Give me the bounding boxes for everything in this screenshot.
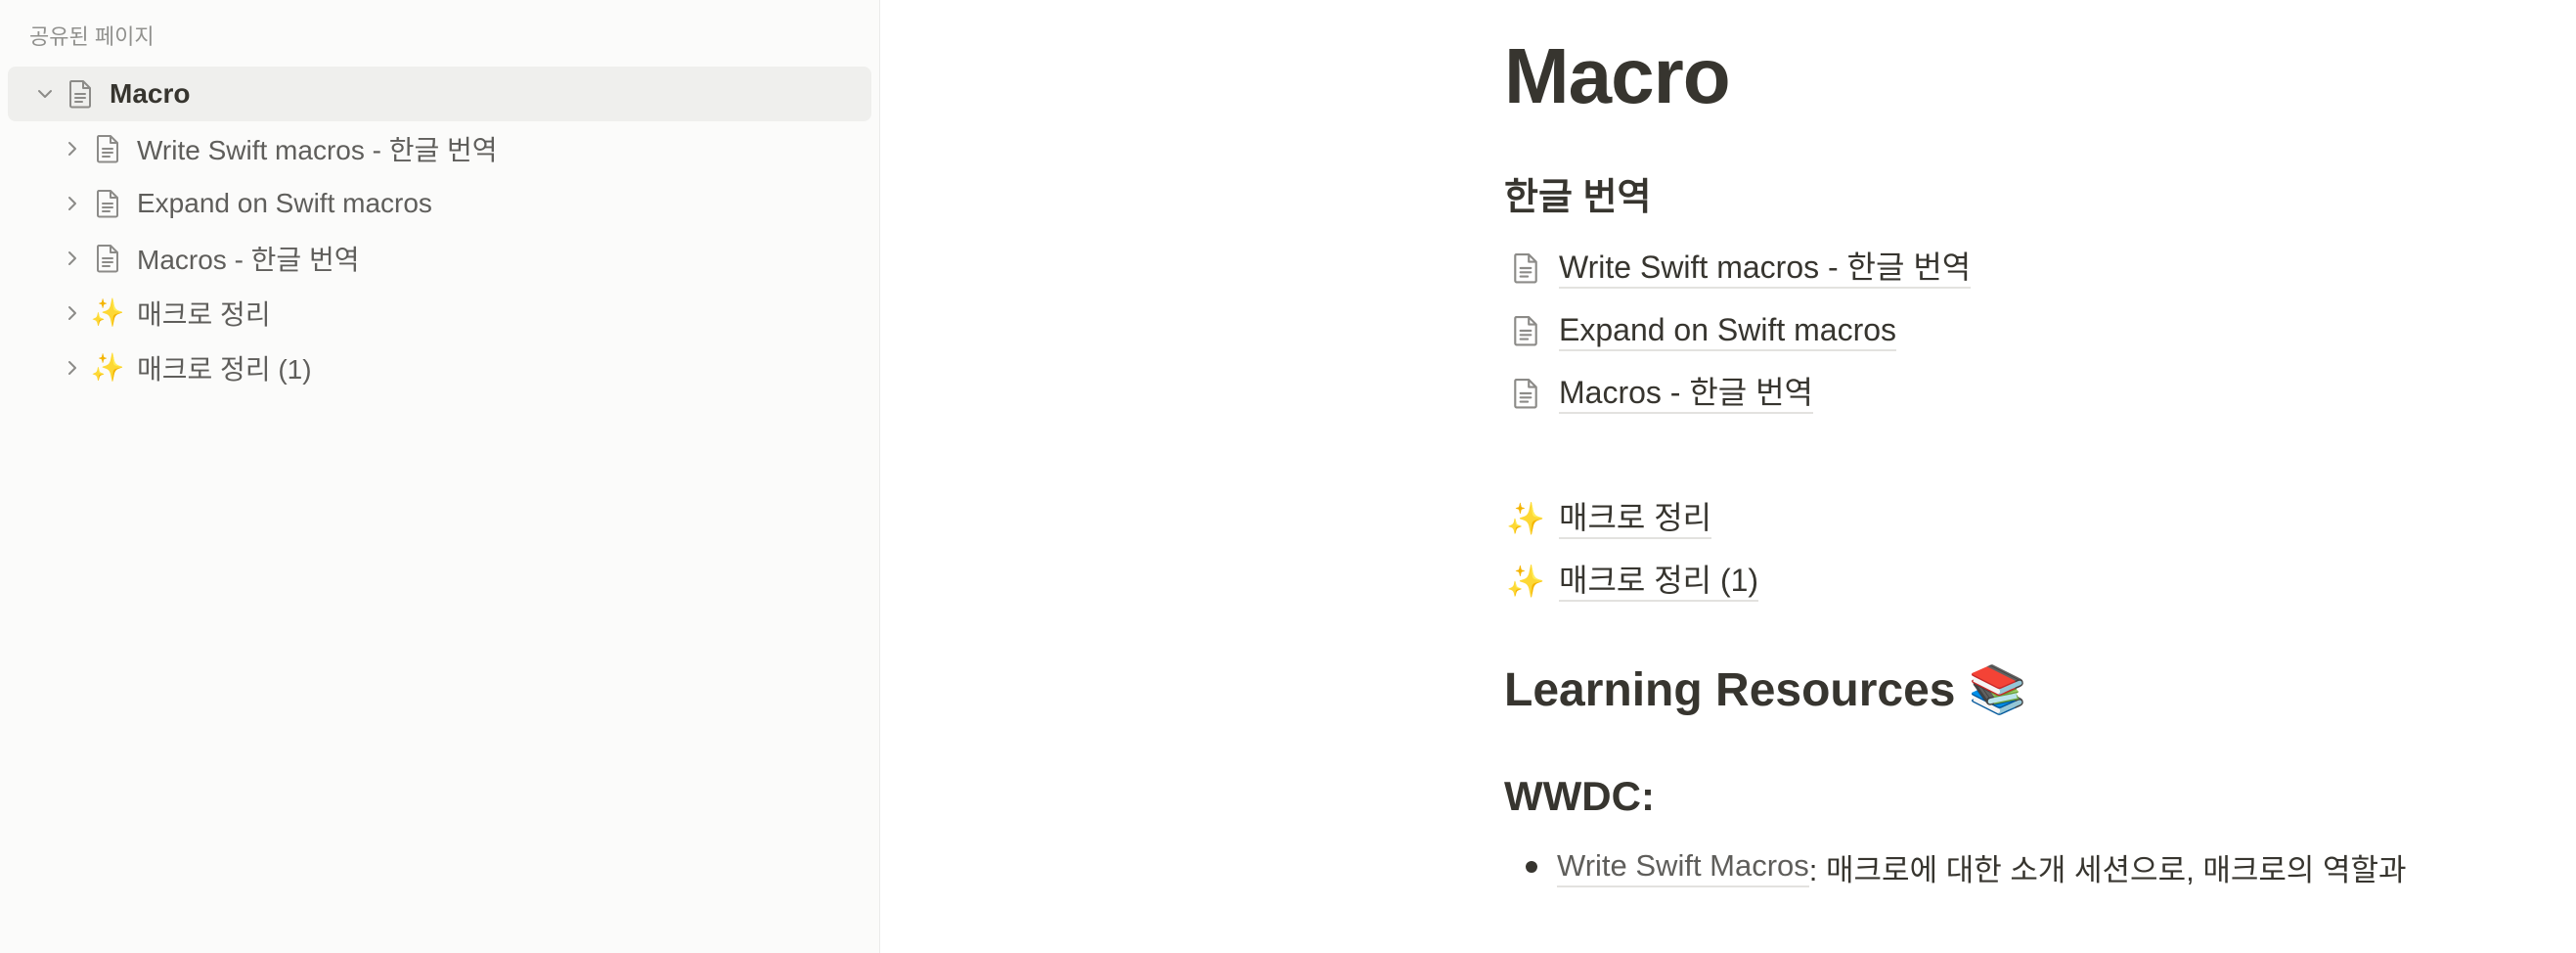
page-link-label[interactable]: Expand on Swift macros: [1559, 310, 1897, 351]
app-window: 공유된 페이지 Macro Write Swift macros - 한글 번역: [0, 0, 2576, 953]
wwdc-session-link[interactable]: Write Swift Macros: [1557, 846, 1809, 887]
page-icon: [92, 243, 123, 274]
page-icon: [1506, 374, 1545, 413]
page-icon: [65, 78, 96, 110]
sidebar-item-label: 매크로 정리: [137, 299, 271, 330]
sidebar-item-write-swift-macros[interactable]: Write Swift macros - 한글 번역: [8, 121, 871, 176]
page-link-label[interactable]: Macros - 한글 번역: [1559, 373, 1813, 414]
page-link-macro-summary[interactable]: ✨ 매크로 정리: [1504, 487, 2482, 550]
list-item: Write Swift Macros : 매크로에 대한 소개 세션으로, 매크…: [1504, 836, 2482, 898]
page-link-macros-korean[interactable]: Macros - 한글 번역: [1504, 362, 2482, 425]
bullet-icon: [1526, 861, 1537, 873]
sidebar-item-expand-on-swift-macros[interactable]: Expand on Swift macros: [8, 176, 871, 231]
translation-heading: 한글 번역: [1504, 177, 1652, 218]
sidebar-item-label: Expand on Swift macros: [137, 188, 432, 218]
page-link-expand-on-swift-macros[interactable]: Expand on Swift macros: [1504, 299, 2482, 362]
page-content: Macro 한글 번역 Write Swift macros - 한글 번역 E…: [880, 0, 2576, 953]
page-link-write-swift-macros[interactable]: Write Swift macros - 한글 번역: [1504, 237, 2482, 299]
translation-links: Write Swift macros - 한글 번역 Expand on Swi…: [1504, 237, 2482, 613]
page-title[interactable]: Macro: [1504, 27, 2482, 125]
page-link-label[interactable]: 매크로 정리: [1559, 498, 1712, 539]
page-icon: [92, 133, 123, 164]
chevron-right-icon[interactable]: [59, 299, 86, 327]
sparkles-icon: ✨: [90, 352, 125, 383]
chevron-right-icon[interactable]: [59, 354, 86, 382]
sidebar-item-macro-summary[interactable]: ✨ 매크로 정리: [8, 286, 871, 340]
sidebar-item-label: 매크로 정리 (1): [137, 354, 312, 385]
sidebar: 공유된 페이지 Macro Write Swift macros - 한글 번역: [0, 0, 880, 953]
page-icon: [1506, 249, 1545, 288]
sidebar-item-macro-summary-1[interactable]: ✨ 매크로 정리 (1): [8, 340, 871, 395]
sidebar-section-title: 공유된 페이지: [29, 24, 155, 49]
sparkles-icon: ✨: [1506, 501, 1545, 536]
page-link-label[interactable]: Write Swift macros - 한글 번역: [1559, 248, 1972, 289]
chevron-right-icon[interactable]: [59, 190, 86, 217]
chevron-right-icon[interactable]: [59, 135, 86, 162]
sidebar-item-label: Macros - 한글 번역: [137, 245, 360, 275]
wwdc-heading: WWDC:: [1504, 773, 1655, 819]
chevron-down-icon[interactable]: [31, 80, 59, 108]
page-link-label[interactable]: 매크로 정리 (1): [1559, 561, 1759, 602]
sidebar-item-label: Write Swift macros - 한글 번역: [137, 135, 498, 165]
page-link-macro-summary-1[interactable]: ✨ 매크로 정리 (1): [1504, 550, 2482, 613]
empty-block[interactable]: [1504, 425, 2482, 487]
chevron-right-icon[interactable]: [59, 245, 86, 272]
sidebar-item-macro[interactable]: Macro: [8, 67, 871, 121]
sidebar-item-label: Macro: [110, 78, 191, 109]
page-icon: [92, 188, 123, 219]
resources-heading: Learning Resources 📚: [1504, 664, 2027, 716]
sparkles-icon: ✨: [90, 297, 125, 328]
wwdc-session-description: : 매크로에 대한 소개 세션으로, 매크로의 역할과: [1808, 852, 2407, 887]
page-icon: [1506, 311, 1545, 350]
sparkles-icon: ✨: [1506, 564, 1545, 599]
sidebar-item-macros-korean[interactable]: Macros - 한글 번역: [8, 231, 871, 286]
